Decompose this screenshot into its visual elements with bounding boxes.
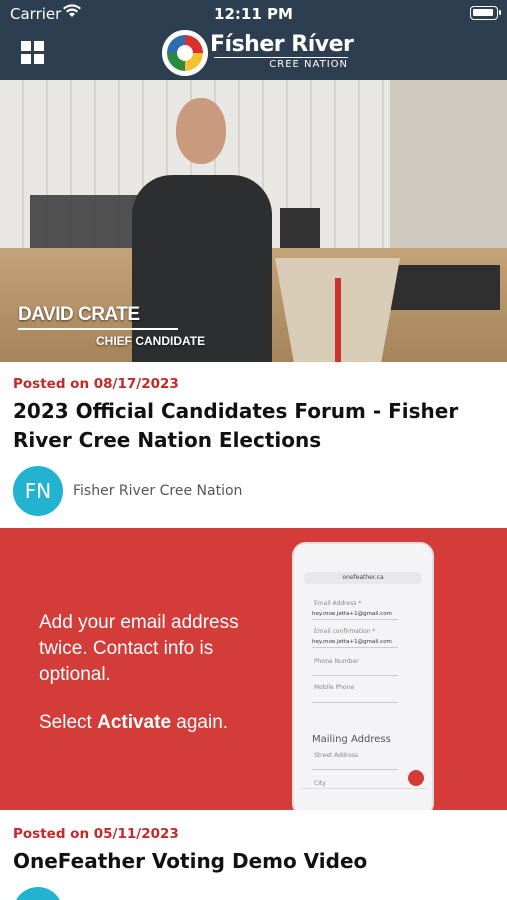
grid-menu-icon[interactable] <box>21 41 45 65</box>
avatar: FN <box>13 887 63 900</box>
logo-title: Físher Ríver <box>210 32 354 57</box>
phone-fab-icon <box>408 770 424 786</box>
post-image[interactable]: DAVID CRATE CHIEF CANDIDATE <box>0 80 507 362</box>
post-card[interactable]: Add your email address twice. Contact in… <box>0 528 507 900</box>
author-name: Fisher River Cree Nation <box>73 483 243 499</box>
nation-seal-icon <box>162 30 208 76</box>
post-title[interactable]: 2023 Official Candidates Forum - Fisher … <box>13 397 494 455</box>
post-image[interactable]: Add your email address twice. Contact in… <box>0 528 507 810</box>
post-date: Posted on 08/17/2023 <box>13 376 179 392</box>
app-header: Carrier 12:11 PM Físher Ríver CREE NATIO… <box>0 0 507 80</box>
video-lower-third: DAVID CRATE CHIEF CANDIDATE <box>18 304 205 348</box>
promo-instruction: Select Activate again. <box>39 712 229 733</box>
caption-role: CHIEF CANDIDATE <box>96 334 206 348</box>
news-feed[interactable]: DAVID CRATE CHIEF CANDIDATE Posted on 08… <box>0 80 507 900</box>
phone-url: onefeather.ca <box>304 572 422 584</box>
post-date: Posted on 05/11/2023 <box>13 826 179 842</box>
caption-name: DAVID CRATE <box>18 304 140 325</box>
post-author[interactable]: FN <box>13 887 494 900</box>
phone-mockup: onefeather.ca Email Address * hey.moe.je… <box>292 542 434 810</box>
battery-icon <box>470 6 501 20</box>
post-author[interactable]: FN Fisher River Cree Nation <box>13 466 494 516</box>
clock: 12:11 PM <box>214 5 293 23</box>
status-bar: Carrier 12:11 PM <box>0 0 507 28</box>
logo-subtitle: CREE NATION <box>214 57 348 70</box>
avatar: FN <box>13 466 63 516</box>
app-logo: Físher Ríver CREE NATION <box>162 30 354 76</box>
post-card[interactable]: DAVID CRATE CHIEF CANDIDATE Posted on 08… <box>0 80 507 516</box>
promo-text: Add your email address twice. Contact in… <box>39 612 239 685</box>
post-title[interactable]: OneFeather Voting Demo Video <box>13 847 494 876</box>
